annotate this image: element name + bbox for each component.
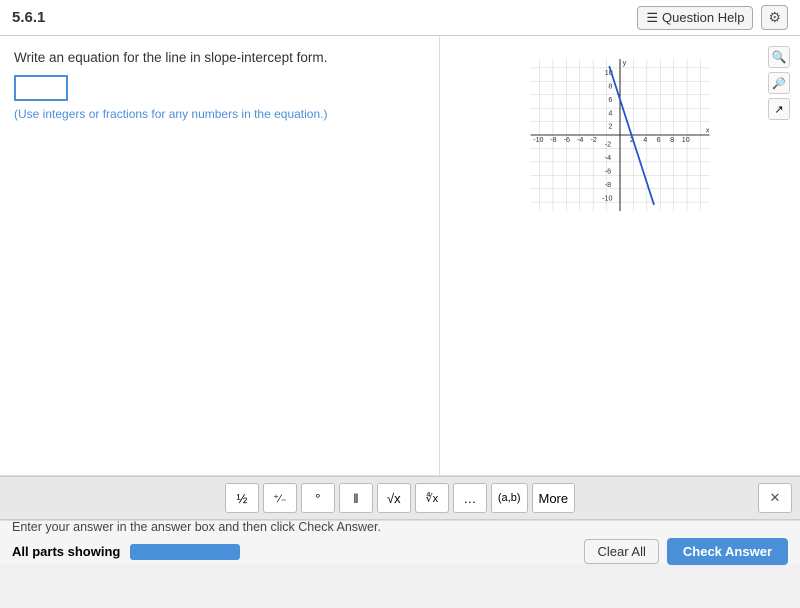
svg-text:-6: -6 [605, 167, 611, 175]
svg-text:6: 6 [657, 136, 661, 144]
check-answer-button[interactable]: Check Answer [667, 538, 788, 565]
svg-text:-8: -8 [605, 181, 611, 189]
sqrt-icon: √x [387, 491, 401, 506]
close-icon: ✕ [770, 490, 781, 506]
svg-text:-8: -8 [550, 136, 556, 144]
svg-text:x: x [706, 126, 710, 134]
clear-all-button[interactable]: Clear All [584, 539, 658, 564]
graph: x y -8 -6 -4 -2 2 4 6 8 10 -10 10 8 6 4 … [520, 50, 720, 220]
hint-message: Enter your answer in the answer box and … [12, 520, 788, 534]
svg-text:2: 2 [608, 123, 612, 131]
svg-text:-4: -4 [577, 136, 583, 144]
degree-icon: ° [315, 491, 320, 506]
sqrt-button[interactable]: √x [377, 483, 411, 513]
degree-button[interactable]: ° [301, 483, 335, 513]
svg-text:4: 4 [643, 136, 647, 144]
svg-text:-10: -10 [533, 136, 543, 144]
svg-text:-2: -2 [605, 141, 611, 149]
dots-icon: … [463, 491, 476, 506]
all-parts-label: All parts showing [12, 544, 120, 559]
more-button[interactable]: More [532, 483, 576, 513]
svg-text:-6: -6 [564, 136, 570, 144]
svg-text:6: 6 [608, 96, 612, 104]
zoom-in-icon: 🔍 [772, 50, 787, 64]
nthroot-button[interactable]: ∜x [415, 483, 449, 513]
zoom-out-button[interactable]: 🔎 [768, 72, 790, 94]
question-help-label: Question Help [662, 10, 744, 25]
dots-button[interactable]: … [453, 483, 487, 513]
page-title: 5.6.1 [12, 9, 45, 26]
question-help-button[interactable]: ☰ Question Help [637, 6, 753, 30]
point-button[interactable]: (a,b) [491, 483, 528, 513]
nthroot-icon: ∜x [426, 492, 439, 505]
svg-text:4: 4 [608, 109, 612, 117]
external-link-icon: ↗ [774, 103, 783, 116]
close-toolbar-button[interactable]: ✕ [758, 483, 792, 513]
fraction-icon: ½ [236, 491, 247, 506]
zoom-in-button[interactable]: 🔍 [768, 46, 790, 68]
parallel-button[interactable]: ‖ [339, 483, 373, 513]
problem-prompt: Write an equation for the line in slope-… [14, 50, 425, 65]
fraction-button[interactable]: ½ [225, 483, 259, 513]
hint-text: (Use integers or fractions for any numbe… [14, 107, 425, 121]
gear-icon: ⚙ [768, 9, 781, 25]
external-link-button[interactable]: ↗ [768, 98, 790, 120]
progress-bar [130, 544, 240, 560]
check-answer-label: Check Answer [683, 544, 772, 559]
point-icon: (a,b) [498, 492, 521, 504]
mixed-fraction-icon: ⁺⁄₋ [273, 492, 286, 505]
svg-text:8: 8 [670, 136, 674, 144]
svg-text:y: y [623, 59, 627, 67]
list-icon: ☰ [646, 10, 658, 26]
answer-input[interactable] [14, 75, 68, 101]
zoom-out-icon: 🔎 [772, 77, 786, 90]
more-label: More [539, 491, 569, 506]
svg-text:-4: -4 [605, 154, 611, 162]
settings-button[interactable]: ⚙ [761, 5, 788, 30]
clear-all-label: Clear All [597, 544, 645, 559]
mixed-fraction-button[interactable]: ⁺⁄₋ [263, 483, 297, 513]
svg-text:8: 8 [608, 82, 612, 90]
svg-text:-2: -2 [590, 136, 596, 144]
parallel-icon: ‖ [353, 491, 358, 506]
svg-text:-10: -10 [602, 194, 612, 202]
svg-text:10: 10 [682, 136, 690, 144]
